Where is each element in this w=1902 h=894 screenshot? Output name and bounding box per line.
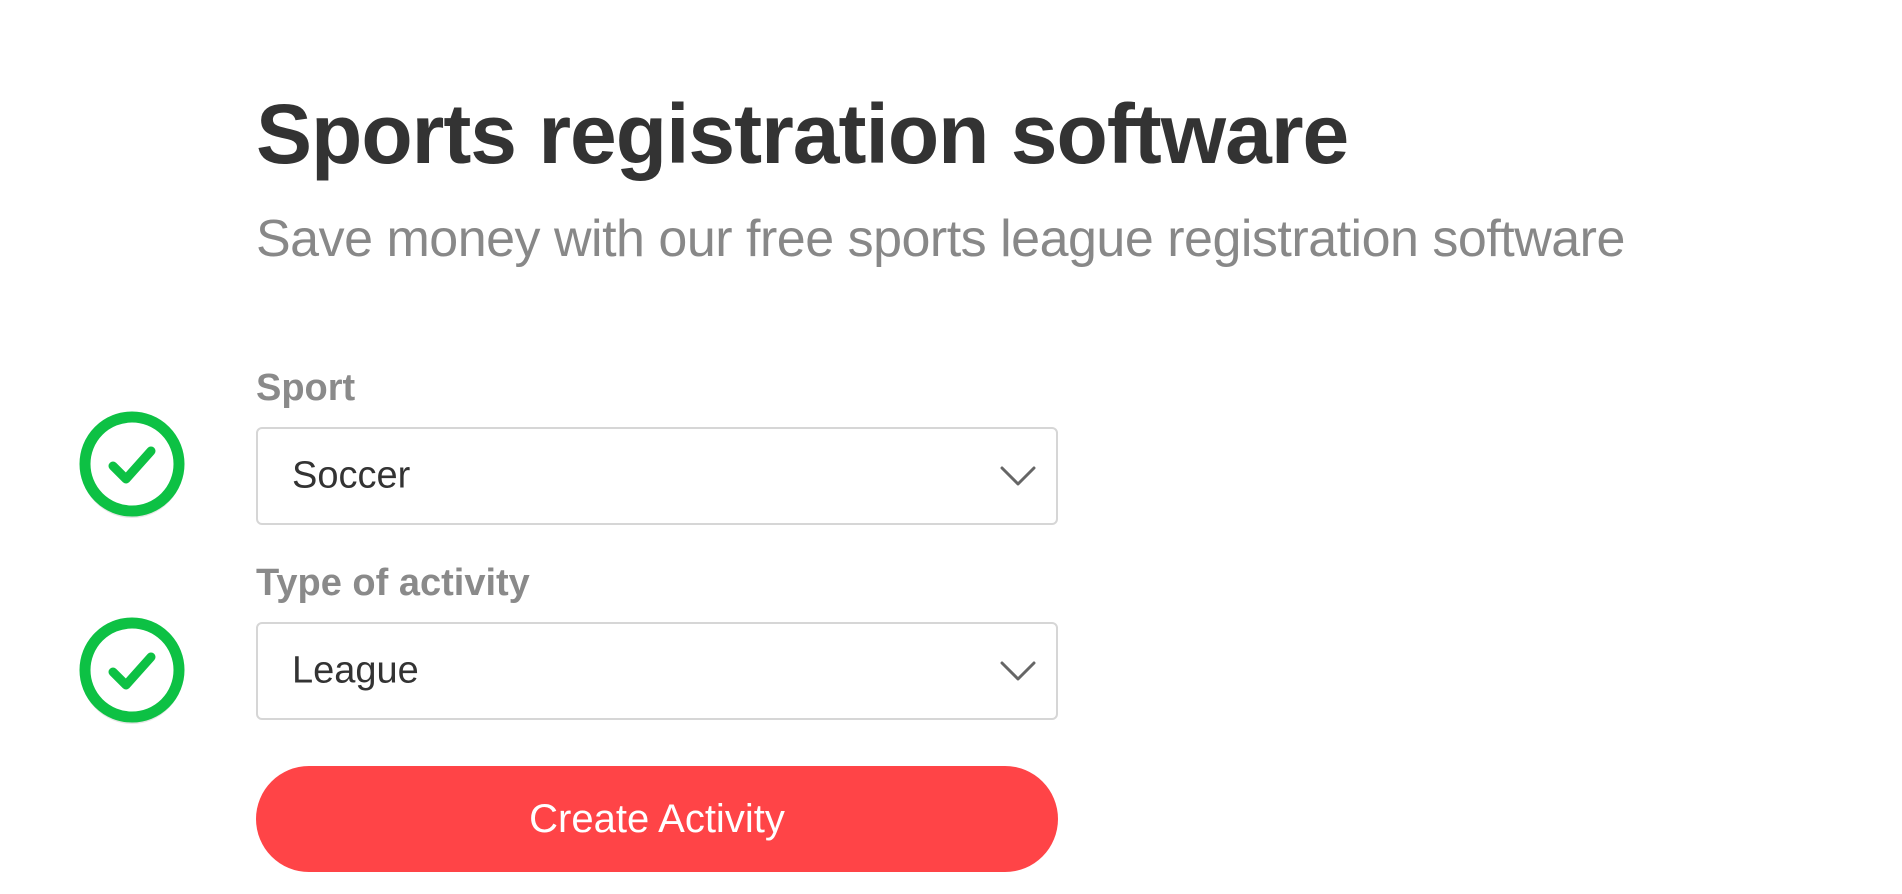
page-title: Sports registration software xyxy=(256,87,1349,181)
sport-select[interactable]: Soccer xyxy=(256,427,1058,525)
sport-label: Sport xyxy=(256,367,356,409)
activity-type-valid-check-icon xyxy=(79,617,185,724)
chevron-down-icon xyxy=(1000,466,1036,486)
registration-page: Sports registration software Save money … xyxy=(0,0,1902,894)
activity-type-select[interactable]: League xyxy=(256,622,1058,720)
page-subtitle: Save money with our free sports league r… xyxy=(256,210,1625,268)
activity-type-label: Type of activity xyxy=(256,562,530,604)
chevron-down-icon xyxy=(1000,661,1036,681)
sport-selected-value: Soccer xyxy=(292,454,411,497)
sport-valid-check-icon xyxy=(79,411,185,518)
activity-type-selected-value: League xyxy=(292,649,419,692)
create-activity-button[interactable]: Create Activity xyxy=(256,766,1058,872)
